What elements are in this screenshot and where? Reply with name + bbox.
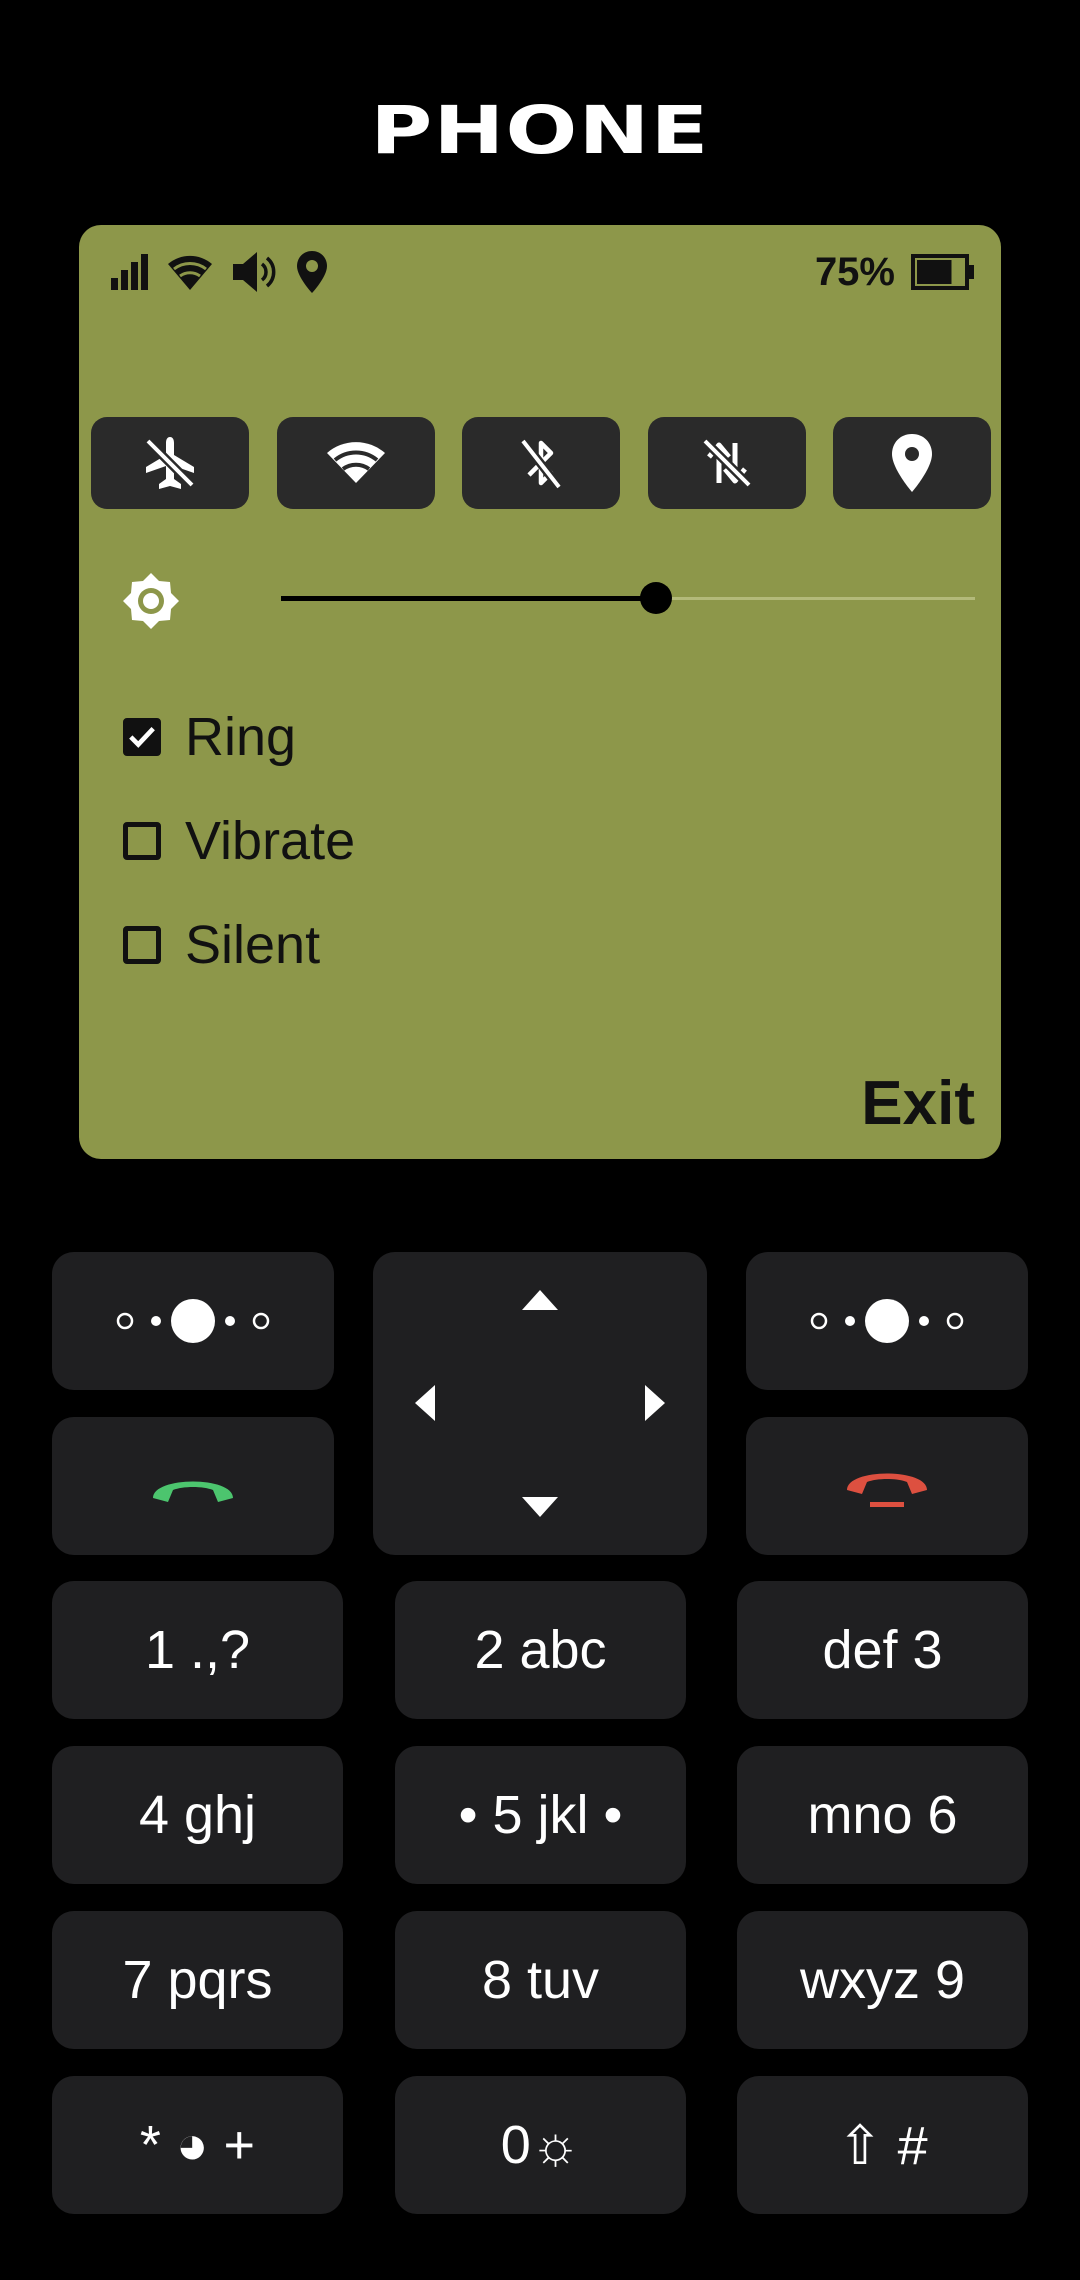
sound-mode-silent[interactable]: Silent — [123, 893, 355, 997]
mobile-data-toggle[interactable] — [647, 417, 806, 509]
softkey-dots-icon — [810, 1299, 964, 1343]
key-6[interactable]: mno 6 — [737, 1746, 1028, 1884]
ring-checkbox[interactable] — [123, 718, 161, 756]
key-7[interactable]: 7 pqrs — [52, 1911, 343, 2049]
phone-screen: 75% Ring Vibrate Silent Exit — [79, 225, 1001, 1159]
bluetooth-toggle[interactable] — [462, 417, 620, 509]
brightness-slider-thumb[interactable] — [639, 582, 672, 614]
status-icons — [109, 247, 329, 297]
battery-icon — [911, 254, 974, 290]
softkey-dots-icon — [116, 1299, 270, 1343]
location-icon — [892, 434, 932, 492]
call-button[interactable] — [52, 1417, 334, 1555]
location-toggle[interactable] — [833, 417, 991, 509]
wifi-toggle[interactable] — [276, 417, 435, 509]
app-title: PHONE — [370, 92, 710, 169]
brightness-slider-fill — [281, 596, 656, 601]
vibrate-checkbox[interactable] — [123, 822, 161, 860]
wifi-icon — [326, 442, 385, 483]
sound-mode-ring[interactable]: Ring — [123, 685, 355, 789]
brightness-slider[interactable] — [281, 582, 975, 614]
brightness-control — [121, 565, 975, 635]
location-icon — [297, 251, 327, 293]
end-call-icon — [847, 1473, 927, 1507]
brightness-icon — [123, 573, 179, 629]
vibrate-label: Vibrate — [185, 811, 356, 871]
dpad — [373, 1252, 707, 1555]
key-1[interactable]: 1 .,? — [52, 1581, 343, 1719]
sound-mode-options: Ring Vibrate Silent — [123, 685, 355, 997]
dpad-right-arrow-icon[interactable] — [643, 1383, 667, 1423]
key-0[interactable]: 0☼ — [395, 2076, 686, 2214]
right-softkey[interactable] — [746, 1252, 1028, 1390]
key-9[interactable]: wxyz 9 — [737, 1911, 1028, 2049]
quick-toggles — [91, 417, 991, 509]
silent-label: Silent — [185, 915, 321, 975]
left-softkey[interactable] — [52, 1252, 334, 1390]
key-8[interactable]: 8 tuv — [395, 1911, 686, 2049]
key-2[interactable]: 2 abc — [395, 1581, 686, 1719]
bluetooth-off-icon — [519, 438, 563, 490]
call-icon — [153, 1481, 233, 1502]
sound-mode-vibrate[interactable]: Vibrate — [123, 789, 355, 893]
signal-icon — [111, 254, 148, 290]
key-star[interactable]: * ◕ + — [52, 2076, 343, 2214]
silent-checkbox[interactable] — [123, 926, 161, 964]
key-hash[interactable]: ⇧ # — [737, 2076, 1028, 2214]
key-5[interactable]: • 5 jkl • — [395, 1746, 686, 1884]
end-call-button[interactable] — [746, 1417, 1028, 1555]
dpad-down-arrow-icon[interactable] — [520, 1495, 560, 1519]
battery-status: 75% — [815, 247, 975, 297]
dpad-up-arrow-icon[interactable] — [520, 1288, 560, 1312]
exit-softkey-label[interactable]: Exit — [861, 1068, 975, 1139]
volume-icon — [233, 252, 276, 292]
checkmark-icon — [129, 727, 155, 748]
ring-label: Ring — [185, 707, 297, 767]
wifi-icon — [168, 255, 212, 290]
battery-percent: 75% — [814, 249, 895, 294]
key-3[interactable]: def 3 — [737, 1581, 1028, 1719]
dpad-left-arrow-icon[interactable] — [413, 1383, 437, 1423]
airplane-mode-toggle[interactable] — [91, 417, 249, 509]
key-4[interactable]: 4 ghj — [52, 1746, 343, 1884]
airplane-off-icon — [144, 437, 196, 489]
data-off-icon — [701, 437, 752, 489]
